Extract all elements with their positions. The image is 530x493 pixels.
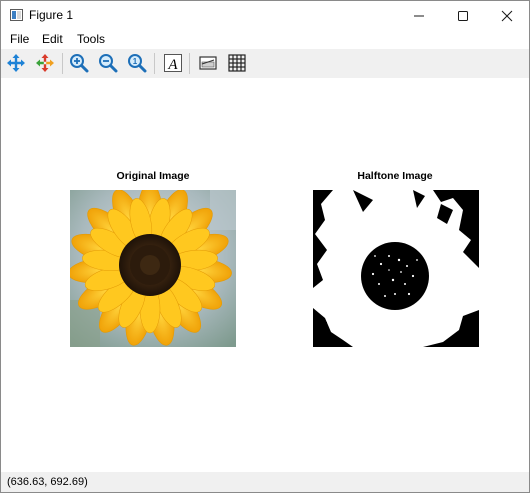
zoom-in-button[interactable] <box>67 51 91 75</box>
figure-window: Figure 1 File Edit Tools 1 A Original Im… <box>0 0 530 493</box>
svg-text:A: A <box>167 57 178 73</box>
menu-tools[interactable]: Tools <box>77 32 105 46</box>
svg-text:1: 1 <box>133 57 138 66</box>
figure-canvas[interactable]: Original Image Halftone Image <box>1 78 529 472</box>
pan-icon <box>7 54 25 72</box>
menu-bar: File Edit Tools <box>1 30 529 49</box>
sunflower-photo <box>70 190 236 347</box>
toolbar-separator <box>62 53 63 74</box>
halftone-image[interactable] <box>313 190 479 347</box>
figure-toolbar: 1 A <box>1 49 529 78</box>
minimize-icon <box>414 15 424 16</box>
move-button[interactable] <box>33 51 57 75</box>
text-icon: A <box>164 54 182 73</box>
close-button[interactable] <box>485 1 529 30</box>
zoom-in-icon <box>70 54 89 73</box>
move-icon <box>36 54 54 72</box>
status-bar: (636.63, 692.69) <box>1 472 529 492</box>
original-image[interactable] <box>70 190 236 347</box>
grid-icon <box>228 54 246 72</box>
grid-button[interactable] <box>225 51 249 75</box>
colorbar-button[interactable] <box>196 51 220 75</box>
zoom-reset-button[interactable]: 1 <box>125 51 149 75</box>
minimize-button[interactable] <box>397 1 441 30</box>
figure-app-icon <box>10 9 23 21</box>
toolbar-separator <box>189 53 190 74</box>
window-title: Figure 1 <box>29 8 74 22</box>
cursor-coordinates: (636.63, 692.69) <box>7 476 88 488</box>
zoom-reset-icon: 1 <box>128 54 147 73</box>
title-bar[interactable]: Figure 1 <box>1 1 529 30</box>
colorbar-icon <box>199 56 217 70</box>
pan-button[interactable] <box>4 51 28 75</box>
close-icon <box>501 10 513 21</box>
original-image-title: Original Image <box>116 170 190 182</box>
maximize-button[interactable] <box>441 1 485 30</box>
halftone-image-title: Halftone Image <box>357 170 433 182</box>
halftone-render <box>313 190 479 347</box>
toolbar-separator <box>154 53 155 74</box>
maximize-icon <box>458 10 468 21</box>
zoom-out-button[interactable] <box>96 51 120 75</box>
insert-text-button[interactable]: A <box>161 51 185 75</box>
zoom-out-icon <box>99 54 118 73</box>
menu-file[interactable]: File <box>10 32 29 46</box>
menu-edit[interactable]: Edit <box>42 32 63 46</box>
